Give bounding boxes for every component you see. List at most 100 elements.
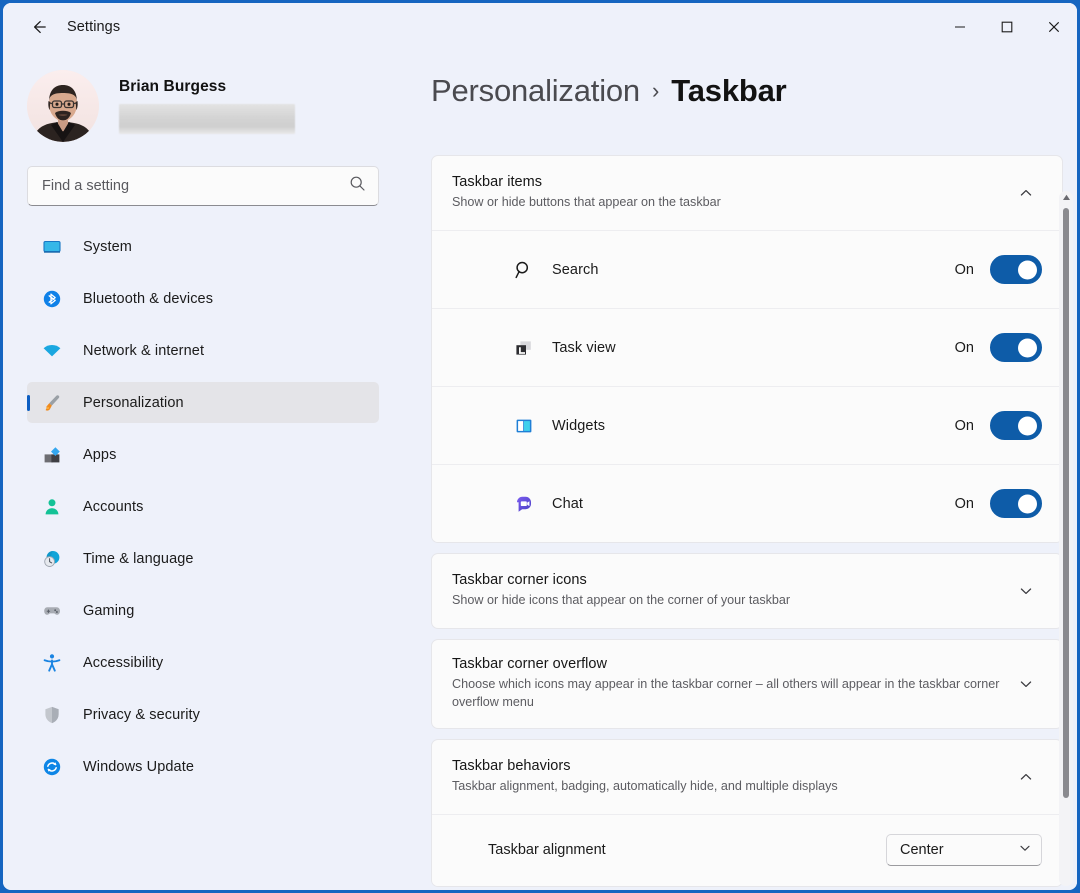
sidebar-item-apps[interactable]: Apps bbox=[27, 434, 379, 475]
toggle-knob bbox=[1018, 416, 1037, 435]
card-subtitle: Choose which icons may appear in the tas… bbox=[452, 676, 1010, 712]
person-icon bbox=[41, 496, 63, 518]
maximize-icon bbox=[1001, 21, 1013, 33]
toggle-row-label: Task view bbox=[552, 340, 955, 356]
bluetooth-icon bbox=[41, 288, 63, 310]
taskbar-alignment-value: Center bbox=[900, 842, 1019, 858]
toggle-row-search: Search On bbox=[432, 230, 1062, 308]
minimize-icon bbox=[954, 21, 966, 33]
sidebar-item-personalization[interactable]: Personalization bbox=[27, 382, 379, 423]
card-subtitle: Show or hide icons that appear on the co… bbox=[452, 592, 1010, 610]
sidebar-item-privacy-security[interactable]: Privacy & security bbox=[27, 694, 379, 735]
main-content: Personalization › Taskbar Taskbar items … bbox=[403, 51, 1077, 890]
row-taskbar-alignment: Taskbar alignment Center bbox=[432, 814, 1062, 886]
card-taskbar-behaviors: Taskbar behaviors Taskbar alignment, bad… bbox=[431, 739, 1063, 887]
chevron-up-icon[interactable] bbox=[1010, 761, 1042, 793]
title-bar: Settings bbox=[3, 3, 1077, 51]
sidebar-item-label: Personalization bbox=[83, 395, 184, 411]
sidebar-item-label: Time & language bbox=[83, 551, 194, 567]
search-icon[interactable] bbox=[349, 175, 366, 197]
toggle-row-chat: Chat On bbox=[432, 464, 1062, 542]
chevron-up-icon[interactable] bbox=[1010, 177, 1042, 209]
card-taskbar-corner-icons[interactable]: Taskbar corner icons Show or hide icons … bbox=[431, 553, 1063, 629]
sidebar: Brian Burgess bbox=[3, 51, 403, 890]
breadcrumb: Personalization › Taskbar bbox=[431, 73, 1077, 121]
card-taskbar-items: Taskbar items Show or hide buttons that … bbox=[431, 155, 1063, 543]
vertical-scrollbar[interactable] bbox=[1059, 191, 1073, 886]
sidebar-item-system[interactable]: System bbox=[27, 226, 379, 267]
toggle-row-label: Search bbox=[552, 262, 955, 278]
wifi-icon bbox=[41, 340, 63, 362]
card-header[interactable]: Taskbar corner icons Show or hide icons … bbox=[432, 554, 1062, 628]
toggle-row-label: Widgets bbox=[552, 418, 955, 434]
card-subtitle: Show or hide buttons that appear on the … bbox=[452, 194, 1010, 212]
minimize-button[interactable] bbox=[936, 3, 983, 51]
toggle-switch-task-view[interactable] bbox=[990, 333, 1042, 362]
taskbar-alignment-dropdown[interactable]: Center bbox=[886, 834, 1042, 866]
toggle-switch-chat[interactable] bbox=[990, 489, 1042, 518]
settings-scroll-area: Taskbar items Show or hide buttons that … bbox=[431, 155, 1063, 890]
clock-globe-icon bbox=[41, 548, 63, 570]
toggle-switch-search[interactable] bbox=[990, 255, 1042, 284]
sidebar-item-label: Apps bbox=[83, 447, 116, 463]
sidebar-item-label: Windows Update bbox=[83, 759, 194, 775]
sidebar-item-accounts[interactable]: Accounts bbox=[27, 486, 379, 527]
card-header[interactable]: Taskbar behaviors Taskbar alignment, bad… bbox=[432, 740, 1062, 814]
sidebar-item-label: Accessibility bbox=[83, 655, 163, 671]
chevron-down-icon bbox=[1019, 842, 1031, 858]
card-header[interactable]: Taskbar items Show or hide buttons that … bbox=[432, 156, 1062, 230]
sidebar-item-label: Gaming bbox=[83, 603, 134, 619]
sidebar-item-accessibility[interactable]: Accessibility bbox=[27, 642, 379, 683]
sidebar-item-label: Bluetooth & devices bbox=[83, 291, 213, 307]
back-button[interactable] bbox=[19, 11, 59, 43]
account-block[interactable]: Brian Burgess bbox=[27, 68, 379, 144]
chevron-down-icon[interactable] bbox=[1010, 668, 1042, 700]
toggle-knob bbox=[1018, 494, 1037, 513]
search-input[interactable] bbox=[42, 178, 349, 194]
sidebar-item-label: Privacy & security bbox=[83, 707, 200, 723]
toggle-state-text: On bbox=[955, 418, 974, 434]
search-glass-icon bbox=[512, 258, 536, 282]
sidebar-item-time-language[interactable]: Time & language bbox=[27, 538, 379, 579]
window-body: Brian Burgess bbox=[3, 51, 1077, 890]
avatar bbox=[27, 70, 99, 142]
sidebar-item-windows-update[interactable]: Windows Update bbox=[27, 746, 379, 787]
breadcrumb-parent[interactable]: Personalization bbox=[431, 73, 640, 109]
breadcrumb-separator-icon: › bbox=[652, 78, 659, 104]
search-box[interactable] bbox=[27, 166, 379, 206]
page-title: Taskbar bbox=[671, 73, 786, 109]
sidebar-item-label: Accounts bbox=[83, 499, 143, 515]
sidebar-item-label: Network & internet bbox=[83, 343, 204, 359]
scrollbar-thumb[interactable] bbox=[1063, 208, 1069, 798]
maximize-button[interactable] bbox=[983, 3, 1030, 51]
app-title: Settings bbox=[67, 19, 120, 35]
sidebar-item-bluetooth-devices[interactable]: Bluetooth & devices bbox=[27, 278, 379, 319]
account-email-redacted bbox=[119, 104, 295, 134]
card-header[interactable]: Taskbar corner overflow Choose which ico… bbox=[432, 640, 1062, 728]
widgets-icon bbox=[512, 414, 536, 438]
toggle-state-text: On bbox=[955, 340, 974, 356]
toggle-row-widgets: Widgets On bbox=[432, 386, 1062, 464]
scroll-up-arrow-icon[interactable] bbox=[1059, 194, 1073, 201]
sidebar-item-gaming[interactable]: Gaming bbox=[27, 590, 379, 631]
settings-window: Settings bbox=[3, 3, 1077, 890]
card-title: Taskbar items bbox=[452, 174, 1010, 190]
toggle-knob bbox=[1018, 338, 1037, 357]
back-arrow-icon bbox=[29, 17, 49, 37]
account-name: Brian Burgess bbox=[119, 78, 295, 96]
update-refresh-icon bbox=[41, 756, 63, 778]
toggle-state-text: On bbox=[955, 262, 974, 278]
chevron-down-icon[interactable] bbox=[1010, 575, 1042, 607]
task-view-icon bbox=[512, 336, 536, 360]
card-taskbar-corner-overflow[interactable]: Taskbar corner overflow Choose which ico… bbox=[431, 639, 1063, 729]
sidebar-item-label: System bbox=[83, 239, 132, 255]
toggle-switch-widgets[interactable] bbox=[990, 411, 1042, 440]
toggle-knob bbox=[1018, 260, 1037, 279]
sidebar-item-network-internet[interactable]: Network & internet bbox=[27, 330, 379, 371]
chat-icon bbox=[512, 492, 536, 516]
selection-accent-bar bbox=[27, 395, 30, 411]
account-text: Brian Burgess bbox=[119, 78, 295, 134]
accessibility-icon bbox=[41, 652, 63, 674]
close-icon bbox=[1048, 21, 1060, 33]
close-button[interactable] bbox=[1030, 3, 1077, 51]
